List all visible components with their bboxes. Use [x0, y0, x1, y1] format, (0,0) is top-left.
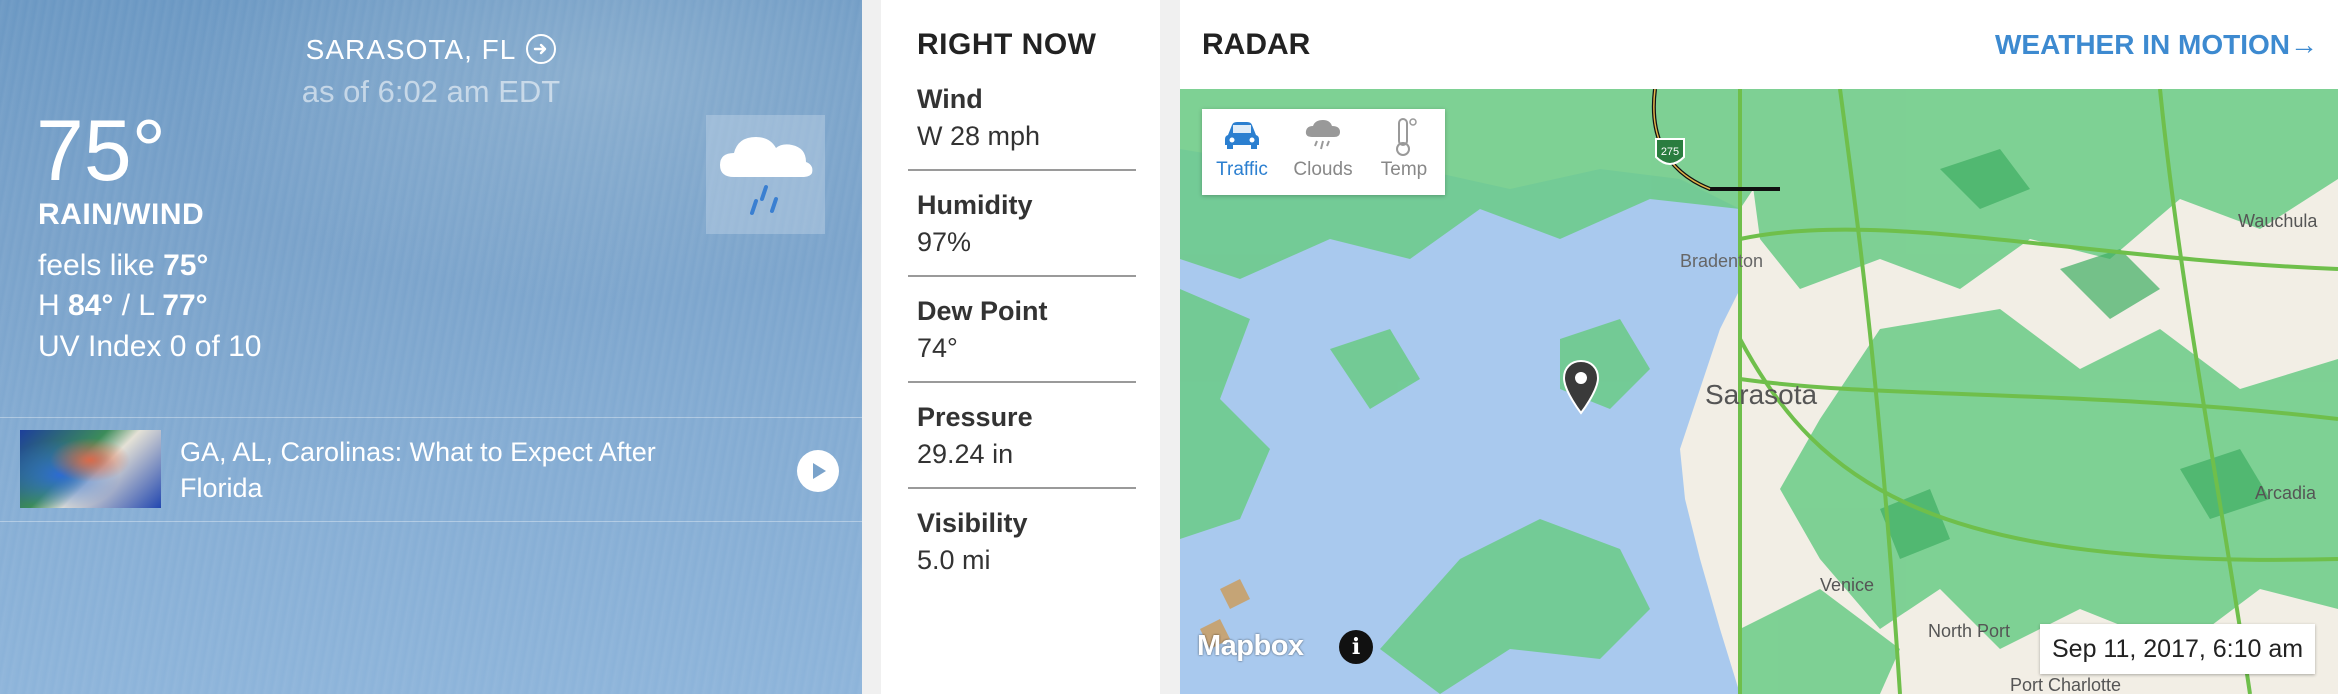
- divider: [0, 417, 862, 418]
- info-icon[interactable]: i: [1339, 630, 1373, 664]
- current-conditions-panel: SARASOTA, FL as of 6:02 am EDT 75° RAIN/…: [0, 0, 862, 694]
- high-label: H: [38, 289, 68, 322]
- feels-like-value: 75°: [163, 249, 209, 282]
- divider: [908, 487, 1136, 489]
- high-low: H 84° / L 77°: [38, 289, 208, 323]
- map-label-arcadia: Arcadia: [2255, 483, 2317, 503]
- map-label-bradenton: Bradenton: [1680, 251, 1763, 271]
- interstate-shield-icon: 275: [1655, 138, 1685, 165]
- layer-traffic-label: Traffic: [1216, 159, 1268, 180]
- cloud-rain-icon: [1305, 120, 1340, 150]
- radar-map[interactable]: 275 Bradenton Sarasota Venice North Port…: [1180, 89, 2338, 694]
- divider: [908, 381, 1136, 383]
- location-arrow-icon[interactable]: [526, 34, 557, 64]
- stat-value: 97%: [917, 227, 972, 257]
- layer-clouds-label: Clouds: [1293, 159, 1353, 180]
- play-icon[interactable]: [797, 450, 839, 492]
- mapbox-logo[interactable]: Mapbox: [1197, 630, 1304, 663]
- stat-value: 5.0 mi: [917, 545, 991, 575]
- uv-index: UV Index 0 of 10: [38, 330, 262, 363]
- stat-label: Humidity: [917, 190, 1033, 220]
- map-label-venice: Venice: [1820, 575, 1874, 595]
- video-title[interactable]: GA, AL, Carolinas: What to Expect After …: [180, 434, 740, 506]
- radar-timestamp: Sep 11, 2017, 6:10 am: [2040, 624, 2316, 674]
- high-value: 84°: [68, 289, 114, 322]
- layer-temp-button[interactable]: Temp: [1364, 109, 1444, 195]
- weather-phrase: RAIN/WIND: [38, 198, 205, 231]
- pressure-stat: Pressure 29.24 in: [917, 402, 1137, 470]
- stat-label: Pressure: [917, 402, 1033, 432]
- shield-number: 275: [1661, 146, 1679, 158]
- right-now-title: RIGHT NOW: [917, 28, 1097, 61]
- layer-traffic-button[interactable]: Traffic: [1202, 109, 1282, 195]
- feels-like-label: feels like: [38, 249, 164, 282]
- radar-panel: RADAR WEATHER IN MOTION→ 275 Bradenton S…: [1180, 0, 2338, 694]
- stat-label: Dew Point: [917, 296, 1048, 326]
- divider: [908, 275, 1136, 277]
- stat-label: Visibility: [917, 508, 1028, 538]
- location-heading[interactable]: SARASOTA, FL: [0, 34, 862, 66]
- video-thumbnail[interactable]: [20, 430, 161, 508]
- visibility-stat: Visibility 5.0 mi: [917, 508, 1137, 576]
- map-label-wauchula: Wauchula: [2238, 211, 2318, 231]
- right-now-panel: RIGHT NOW Wind W 28 mph Humidity 97% Dew…: [881, 0, 1160, 694]
- layer-temp-label: Temp: [1380, 159, 1428, 180]
- layer-clouds-button[interactable]: Clouds: [1283, 109, 1363, 195]
- feels-like: feels like 75°: [38, 249, 208, 283]
- weather-in-motion-link[interactable]: WEATHER IN MOTION→: [1995, 29, 2318, 61]
- stat-value: 74°: [917, 333, 958, 363]
- rain-wind-cloud-icon: [706, 115, 825, 234]
- location-name[interactable]: SARASOTA, FL: [306, 34, 517, 65]
- current-temperature: 75°: [36, 103, 167, 199]
- location-pin-icon[interactable]: [1562, 359, 1600, 420]
- layer-selector: Traffic Clouds Temp: [1202, 109, 1445, 195]
- wind-stat: Wind W 28 mph: [917, 84, 1137, 152]
- humidity-stat: Humidity 97%: [917, 190, 1137, 258]
- radar-title: RADAR: [1202, 28, 1311, 61]
- thermometer-icon: [1396, 118, 1417, 156]
- stat-value: 29.24 in: [917, 439, 1014, 469]
- map-label-north-port: North Port: [1928, 621, 2010, 641]
- dew-point-stat: Dew Point 74°: [917, 296, 1137, 364]
- low-label: / L: [113, 289, 163, 322]
- map-label-sarasota: Sarasota: [1705, 379, 1817, 410]
- stat-label: Wind: [917, 84, 983, 114]
- map-label-port-charlotte: Port Charlotte: [2010, 675, 2121, 694]
- car-icon: [1225, 122, 1259, 149]
- divider: [908, 169, 1136, 171]
- stat-value: W 28 mph: [917, 121, 1041, 151]
- divider: [0, 521, 862, 522]
- low-value: 77°: [162, 289, 208, 322]
